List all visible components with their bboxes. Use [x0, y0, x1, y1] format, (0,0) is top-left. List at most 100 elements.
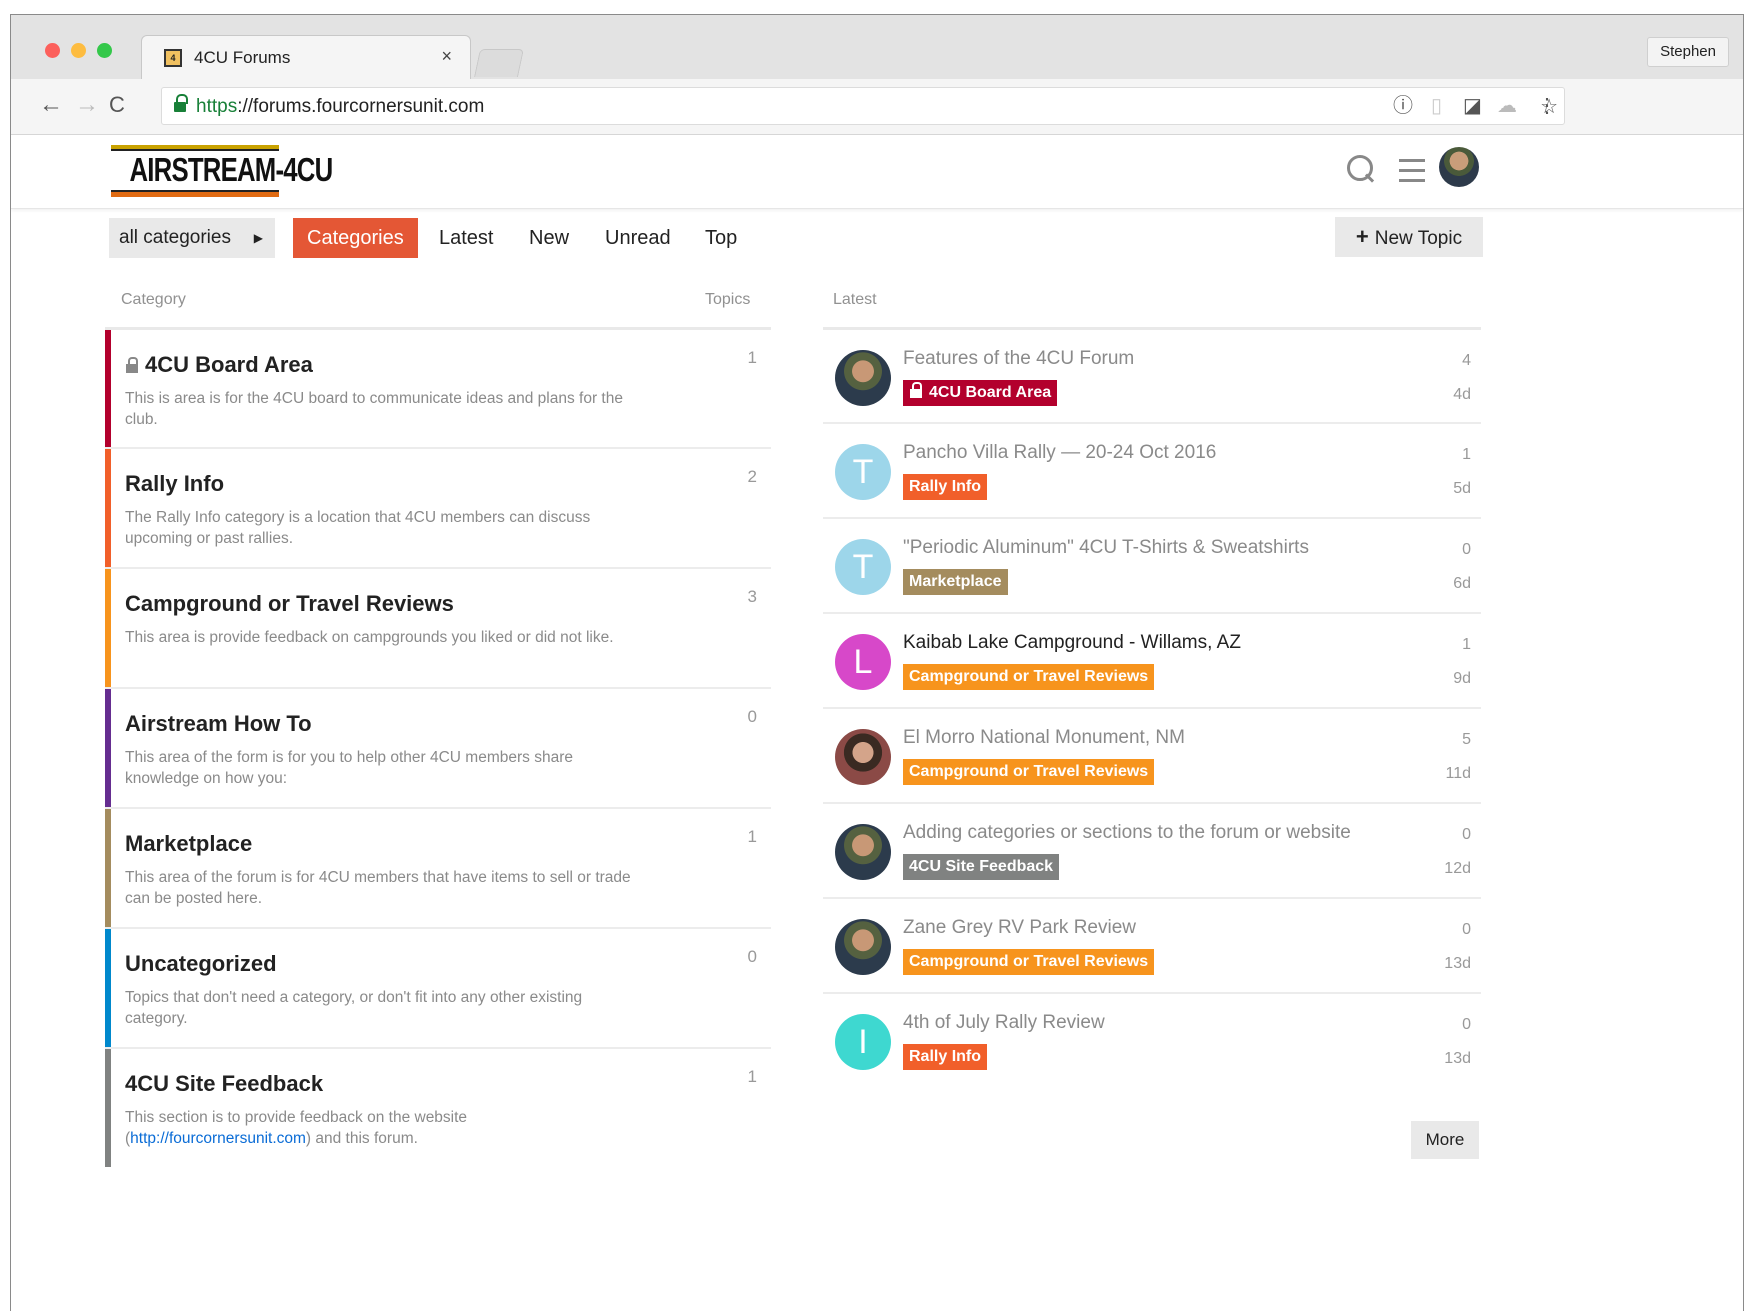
category-topic-count: 2 [747, 467, 757, 486]
category-column-header[interactable]: Category [121, 291, 186, 309]
user-avatar[interactable] [1439, 147, 1479, 187]
category-badge-label: 4CU Board Area [929, 384, 1052, 401]
latest-topic-row[interactable]: Features of the 4CU Forum 4CU Board Area… [823, 327, 1481, 422]
site-logo[interactable]: AIRSTREAM-4CU [111, 145, 333, 197]
browser-toolbar: ← → C https://forums.fourcornersunit.com… [11, 79, 1743, 135]
user-avatar[interactable] [835, 729, 891, 785]
search-icon[interactable] [1347, 155, 1377, 185]
latest-topic-row[interactable]: I 4th of July Rally Review Rally Info 0 … [823, 992, 1481, 1087]
category-description-text: Topics that don't need a category, or do… [125, 989, 583, 1027]
url-scheme: https [196, 96, 238, 117]
latest-topic-row[interactable]: Adding categories or sections to the for… [823, 802, 1481, 897]
category-row[interactable]: Marketplace This area of the forum is fo… [105, 807, 771, 927]
latest-topic-row[interactable]: L Kaibab Lake Campground - Willams, AZ C… [823, 612, 1481, 707]
topics-column-header[interactable]: Topics [705, 291, 750, 309]
category-color-bar [105, 330, 111, 447]
topic-activity-age[interactable]: 4d [1453, 386, 1471, 404]
category-name[interactable]: Campground or Travel Reviews [125, 591, 454, 617]
more-button[interactable]: More [1411, 1121, 1479, 1159]
topic-post-count: 0 [1462, 921, 1471, 938]
category-badge[interactable]: Rally Info [903, 1044, 988, 1070]
category-name[interactable]: Rally Info [125, 471, 224, 497]
user-avatar[interactable]: T [835, 444, 891, 500]
category-badge[interactable]: Campground or Travel Reviews [903, 949, 1155, 975]
zoom-window-button[interactable] [97, 43, 112, 58]
latest-topic-row[interactable]: T "Periodic Aluminum" 4CU T-Shirts & Swe… [823, 517, 1481, 612]
category-badge[interactable]: Marketplace [903, 569, 1008, 595]
topic-title-link[interactable]: Features of the 4CU Forum [903, 348, 1134, 370]
close-window-button[interactable] [45, 43, 60, 58]
topic-activity-age[interactable]: 13d [1444, 955, 1471, 973]
info-extension-icon[interactable]: ⓘ [1393, 94, 1413, 118]
topic-activity-age[interactable]: 12d [1444, 860, 1471, 878]
browser-titlebar: 4 4CU Forums × Stephen [11, 15, 1743, 79]
category-name[interactable]: 4CU Board Area [125, 352, 313, 378]
category-row[interactable]: Airstream How To This area of the form i… [105, 687, 771, 807]
category-name[interactable]: Airstream How To [125, 711, 312, 737]
minimize-window-button[interactable] [71, 43, 86, 58]
browser-tab[interactable]: 4 4CU Forums × [141, 35, 471, 79]
latest-topic-row[interactable]: T Pancho Villa Rally — 20-24 Oct 2016 Ra… [823, 422, 1481, 517]
category-badge-label: Campground or Travel Reviews [909, 763, 1149, 780]
category-row[interactable]: Rally Info The Rally Info category is a … [105, 447, 771, 567]
category-dropdown[interactable]: all categories ▶ [109, 218, 275, 258]
shield-extension-icon[interactable]: ▯ [1431, 94, 1442, 118]
topic-title-link[interactable]: Kaibab Lake Campground - Willams, AZ [903, 632, 1241, 654]
topic-post-count: 0 [1462, 1016, 1471, 1033]
topic-title-link[interactable]: El Morro National Monument, NM [903, 727, 1185, 749]
topic-title-link[interactable]: 4th of July Rally Review [903, 1012, 1105, 1034]
category-color-bar [105, 449, 111, 567]
nav-latest[interactable]: Latest [439, 218, 493, 258]
topic-title-link[interactable]: Pancho Villa Rally — 20-24 Oct 2016 [903, 442, 1216, 464]
hamburger-menu-icon[interactable] [1399, 159, 1425, 183]
latest-column-header[interactable]: Latest [833, 291, 877, 309]
new-tab-button[interactable] [474, 49, 524, 77]
nav-unread[interactable]: Unread [605, 218, 671, 258]
category-badge[interactable]: 4CU Board Area [903, 380, 1058, 406]
user-avatar[interactable]: T [835, 539, 891, 595]
topic-title-link[interactable]: "Periodic Aluminum" 4CU T-Shirts & Sweat… [903, 537, 1309, 559]
category-badge[interactable]: Campground or Travel Reviews [903, 664, 1155, 690]
chrome-menu-icon[interactable]: ⋮ [1537, 94, 1557, 118]
user-avatar[interactable]: L [835, 634, 891, 690]
category-row[interactable]: Campground or Travel Reviews This area i… [105, 567, 771, 687]
new-topic-button[interactable]: + New Topic [1335, 217, 1483, 257]
topic-title-link[interactable]: Zane Grey RV Park Review [903, 917, 1136, 939]
user-avatar[interactable] [835, 824, 891, 880]
nav-top[interactable]: Top [705, 218, 737, 258]
category-row[interactable]: Uncategorized Topics that don't need a c… [105, 927, 771, 1047]
browser-window: 4 4CU Forums × Stephen ← → C https://for… [10, 14, 1744, 1311]
latest-topic-row[interactable]: El Morro National Monument, NM Campgroun… [823, 707, 1481, 802]
topic-activity-age[interactable]: 11d [1445, 765, 1471, 783]
topic-title-link[interactable]: Adding categories or sections to the for… [903, 822, 1351, 844]
back-arrow-icon[interactable]: ← [39, 91, 63, 119]
topic-activity-age[interactable]: 5d [1453, 480, 1471, 498]
reload-icon[interactable]: C [109, 91, 125, 119]
topic-activity-age[interactable]: 13d [1444, 1050, 1471, 1068]
nav-categories[interactable]: Categories [293, 218, 418, 258]
forward-arrow-icon[interactable]: → [75, 91, 99, 119]
category-badge[interactable]: Campground or Travel Reviews [903, 759, 1155, 785]
cloud-extension-icon[interactable]: ☁ [1497, 94, 1517, 118]
window-extension-icon[interactable]: ◪ [1463, 94, 1482, 118]
latest-topic-list: Features of the 4CU Forum 4CU Board Area… [823, 327, 1481, 1087]
category-name[interactable]: Marketplace [125, 831, 252, 857]
latest-topic-row[interactable]: Zane Grey RV Park Review Campground or T… [823, 897, 1481, 992]
tab-close-icon[interactable]: × [441, 46, 452, 67]
category-row[interactable]: 4CU Board Area This is area is for the 4… [105, 327, 771, 447]
category-badge[interactable]: Rally Info [903, 474, 988, 500]
profile-button[interactable]: Stephen [1647, 37, 1729, 67]
category-name[interactable]: 4CU Site Feedback [125, 1071, 323, 1097]
topic-activity-age[interactable]: 6d [1453, 575, 1471, 593]
category-name[interactable]: Uncategorized [125, 951, 277, 977]
category-badge[interactable]: 4CU Site Feedback [903, 854, 1060, 880]
category-badge-label: Rally Info [909, 478, 982, 495]
topic-activity-age[interactable]: 9d [1453, 670, 1471, 688]
user-avatar[interactable] [835, 919, 891, 975]
user-avatar[interactable] [835, 350, 891, 406]
category-description-link[interactable]: http://fourcornersunit.com [130, 1130, 306, 1147]
category-row[interactable]: 4CU Site Feedback This section is to pro… [105, 1047, 771, 1167]
user-avatar[interactable]: I [835, 1014, 891, 1070]
nav-new[interactable]: New [529, 218, 569, 258]
address-bar[interactable]: https://forums.fourcornersunit.com ☆ [161, 87, 1565, 125]
